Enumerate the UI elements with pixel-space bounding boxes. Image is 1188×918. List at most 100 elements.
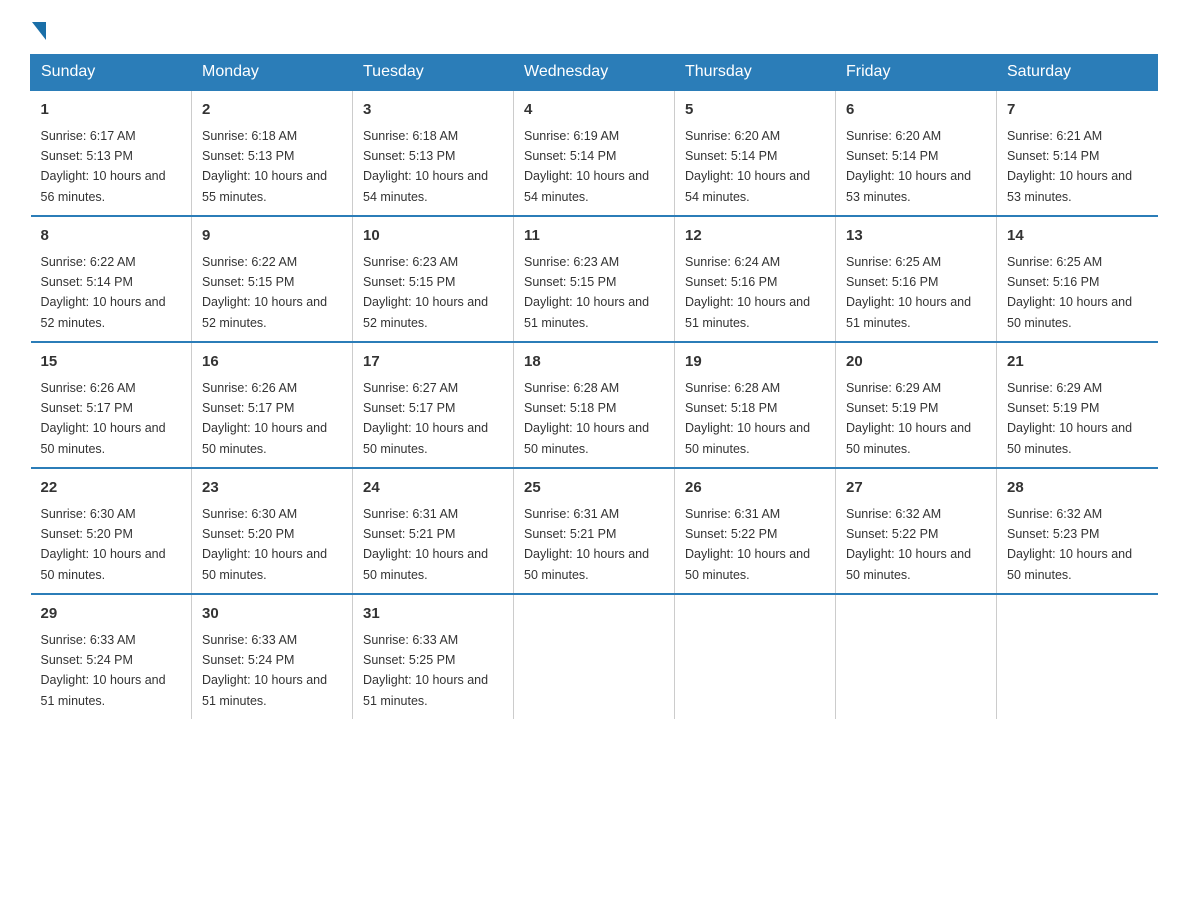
calendar-cell: 10 Sunrise: 6:23 AMSunset: 5:15 PMDayligh… <box>353 216 514 342</box>
calendar-cell: 22Sunrise: 6:30 AMSunset: 5:20 PMDayligh… <box>31 468 192 594</box>
calendar-cell <box>836 594 997 719</box>
day-info: Sunrise: 6:30 AMSunset: 5:20 PMDaylight:… <box>202 507 327 582</box>
day-info: Sunrise: 6:29 AMSunset: 5:19 PMDaylight:… <box>1007 381 1132 456</box>
day-info: Sunrise: 6:18 AMSunset: 5:13 PMDaylight:… <box>202 129 327 204</box>
day-number: 1 <box>41 99 182 122</box>
calendar-cell: 11 Sunrise: 6:23 AMSunset: 5:15 PMDayligh… <box>514 216 675 342</box>
calendar-cell: 5 Sunrise: 6:20 AMSunset: 5:14 PMDaylight… <box>675 90 836 216</box>
day-number: 29 <box>41 603 182 626</box>
header-saturday: Saturday <box>997 55 1158 91</box>
day-number: 10 <box>363 225 503 248</box>
day-number: 20 <box>846 351 986 374</box>
day-info: Sunrise: 6:31 AMSunset: 5:21 PMDaylight:… <box>524 507 649 582</box>
calendar-cell: 4 Sunrise: 6:19 AMSunset: 5:14 PMDaylight… <box>514 90 675 216</box>
calendar-cell <box>514 594 675 719</box>
calendar-week-row: 1 Sunrise: 6:17 AMSunset: 5:13 PMDaylight… <box>31 90 1158 216</box>
day-number: 18 <box>524 351 664 374</box>
calendar-cell: 3 Sunrise: 6:18 AMSunset: 5:13 PMDaylight… <box>353 90 514 216</box>
header-friday: Friday <box>836 55 997 91</box>
calendar-cell: 1 Sunrise: 6:17 AMSunset: 5:13 PMDaylight… <box>31 90 192 216</box>
day-number: 15 <box>41 351 182 374</box>
calendar-cell: 28Sunrise: 6:32 AMSunset: 5:23 PMDayligh… <box>997 468 1158 594</box>
day-number: 28 <box>1007 477 1148 500</box>
day-number: 31 <box>363 603 503 626</box>
day-info: Sunrise: 6:28 AMSunset: 5:18 PMDaylight:… <box>524 381 649 456</box>
day-number: 8 <box>41 225 182 248</box>
day-info: Sunrise: 6:32 AMSunset: 5:22 PMDaylight:… <box>846 507 971 582</box>
calendar-cell <box>675 594 836 719</box>
day-number: 4 <box>524 99 664 122</box>
header-monday: Monday <box>192 55 353 91</box>
day-number: 11 <box>524 225 664 248</box>
day-number: 22 <box>41 477 182 500</box>
day-info: Sunrise: 6:26 AMSunset: 5:17 PMDaylight:… <box>41 381 166 456</box>
day-info: Sunrise: 6:22 AMSunset: 5:14 PMDaylight:… <box>41 255 166 330</box>
day-info: Sunrise: 6:31 AMSunset: 5:22 PMDaylight:… <box>685 507 810 582</box>
day-number: 16 <box>202 351 342 374</box>
day-number: 5 <box>685 99 825 122</box>
day-number: 17 <box>363 351 503 374</box>
calendar-cell: 30 Sunrise: 6:33 AMSunset: 5:24 PMDayligh… <box>192 594 353 719</box>
day-number: 12 <box>685 225 825 248</box>
day-info: Sunrise: 6:23 AMSunset: 5:15 PMDaylight:… <box>524 255 649 330</box>
calendar-cell: 26 Sunrise: 6:31 AMSunset: 5:22 PMDayligh… <box>675 468 836 594</box>
day-number: 30 <box>202 603 342 626</box>
calendar-cell: 21 Sunrise: 6:29 AMSunset: 5:19 PMDayligh… <box>997 342 1158 468</box>
page-header <box>30 20 1158 34</box>
logo <box>30 20 48 34</box>
day-info: Sunrise: 6:33 AMSunset: 5:25 PMDaylight:… <box>363 633 488 708</box>
calendar-cell: 17 Sunrise: 6:27 AMSunset: 5:17 PMDayligh… <box>353 342 514 468</box>
day-number: 2 <box>202 99 342 122</box>
calendar-cell: 2 Sunrise: 6:18 AMSunset: 5:13 PMDaylight… <box>192 90 353 216</box>
day-number: 6 <box>846 99 986 122</box>
day-number: 23 <box>202 477 342 500</box>
header-wednesday: Wednesday <box>514 55 675 91</box>
calendar-cell <box>997 594 1158 719</box>
calendar-cell: 25 Sunrise: 6:31 AMSunset: 5:21 PMDayligh… <box>514 468 675 594</box>
calendar-cell: 27Sunrise: 6:32 AMSunset: 5:22 PMDayligh… <box>836 468 997 594</box>
day-info: Sunrise: 6:18 AMSunset: 5:13 PMDaylight:… <box>363 129 488 204</box>
day-number: 21 <box>1007 351 1148 374</box>
day-info: Sunrise: 6:27 AMSunset: 5:17 PMDaylight:… <box>363 381 488 456</box>
calendar-week-row: 29 Sunrise: 6:33 AMSunset: 5:24 PMDayligh… <box>31 594 1158 719</box>
day-info: Sunrise: 6:19 AMSunset: 5:14 PMDaylight:… <box>524 129 649 204</box>
calendar-cell: 23 Sunrise: 6:30 AMSunset: 5:20 PMDayligh… <box>192 468 353 594</box>
day-number: 25 <box>524 477 664 500</box>
day-number: 7 <box>1007 99 1148 122</box>
calendar-week-row: 8 Sunrise: 6:22 AMSunset: 5:14 PMDaylight… <box>31 216 1158 342</box>
day-info: Sunrise: 6:17 AMSunset: 5:13 PMDaylight:… <box>41 129 166 204</box>
day-info: Sunrise: 6:31 AMSunset: 5:21 PMDaylight:… <box>363 507 488 582</box>
calendar-cell: 12 Sunrise: 6:24 AMSunset: 5:16 PMDayligh… <box>675 216 836 342</box>
day-number: 19 <box>685 351 825 374</box>
calendar-cell: 14 Sunrise: 6:25 AMSunset: 5:16 PMDayligh… <box>997 216 1158 342</box>
day-info: Sunrise: 6:21 AMSunset: 5:14 PMDaylight:… <box>1007 129 1132 204</box>
calendar-cell: 16Sunrise: 6:26 AMSunset: 5:17 PMDayligh… <box>192 342 353 468</box>
calendar-cell: 6Sunrise: 6:20 AMSunset: 5:14 PMDaylight… <box>836 90 997 216</box>
day-info: Sunrise: 6:23 AMSunset: 5:15 PMDaylight:… <box>363 255 488 330</box>
calendar-cell: 13Sunrise: 6:25 AMSunset: 5:16 PMDayligh… <box>836 216 997 342</box>
calendar-cell: 31 Sunrise: 6:33 AMSunset: 5:25 PMDayligh… <box>353 594 514 719</box>
day-info: Sunrise: 6:25 AMSunset: 5:16 PMDaylight:… <box>846 255 971 330</box>
calendar-cell: 9Sunrise: 6:22 AMSunset: 5:15 PMDaylight… <box>192 216 353 342</box>
calendar-week-row: 22 Sunrise: 6:30 AMSunset: 5:20 PMDayligh… <box>31 468 1158 594</box>
day-info: Sunrise: 6:22 AMSunset: 5:15 PMDaylight:… <box>202 255 327 330</box>
header-tuesday: Tuesday <box>353 55 514 91</box>
calendar-cell: 7 Sunrise: 6:21 AMSunset: 5:14 PMDaylight… <box>997 90 1158 216</box>
day-number: 14 <box>1007 225 1148 248</box>
calendar-week-row: 15 Sunrise: 6:26 AMSunset: 5:17 PMDayligh… <box>31 342 1158 468</box>
day-info: Sunrise: 6:24 AMSunset: 5:16 PMDaylight:… <box>685 255 810 330</box>
day-info: Sunrise: 6:25 AMSunset: 5:16 PMDaylight:… <box>1007 255 1132 330</box>
day-number: 3 <box>363 99 503 122</box>
calendar-cell: 29Sunrise: 6:33 AMSunset: 5:24 PMDayligh… <box>31 594 192 719</box>
calendar-cell: 8 Sunrise: 6:22 AMSunset: 5:14 PMDaylight… <box>31 216 192 342</box>
calendar-header-row: SundayMondayTuesdayWednesdayThursdayFrid… <box>31 55 1158 91</box>
day-number: 26 <box>685 477 825 500</box>
day-info: Sunrise: 6:29 AMSunset: 5:19 PMDaylight:… <box>846 381 971 456</box>
calendar-cell: 15 Sunrise: 6:26 AMSunset: 5:17 PMDayligh… <box>31 342 192 468</box>
header-thursday: Thursday <box>675 55 836 91</box>
calendar-table: SundayMondayTuesdayWednesdayThursdayFrid… <box>30 54 1158 719</box>
calendar-cell: 20 Sunrise: 6:29 AMSunset: 5:19 PMDayligh… <box>836 342 997 468</box>
day-info: Sunrise: 6:33 AMSunset: 5:24 PMDaylight:… <box>202 633 327 708</box>
calendar-cell: 24Sunrise: 6:31 AMSunset: 5:21 PMDayligh… <box>353 468 514 594</box>
day-info: Sunrise: 6:20 AMSunset: 5:14 PMDaylight:… <box>685 129 810 204</box>
